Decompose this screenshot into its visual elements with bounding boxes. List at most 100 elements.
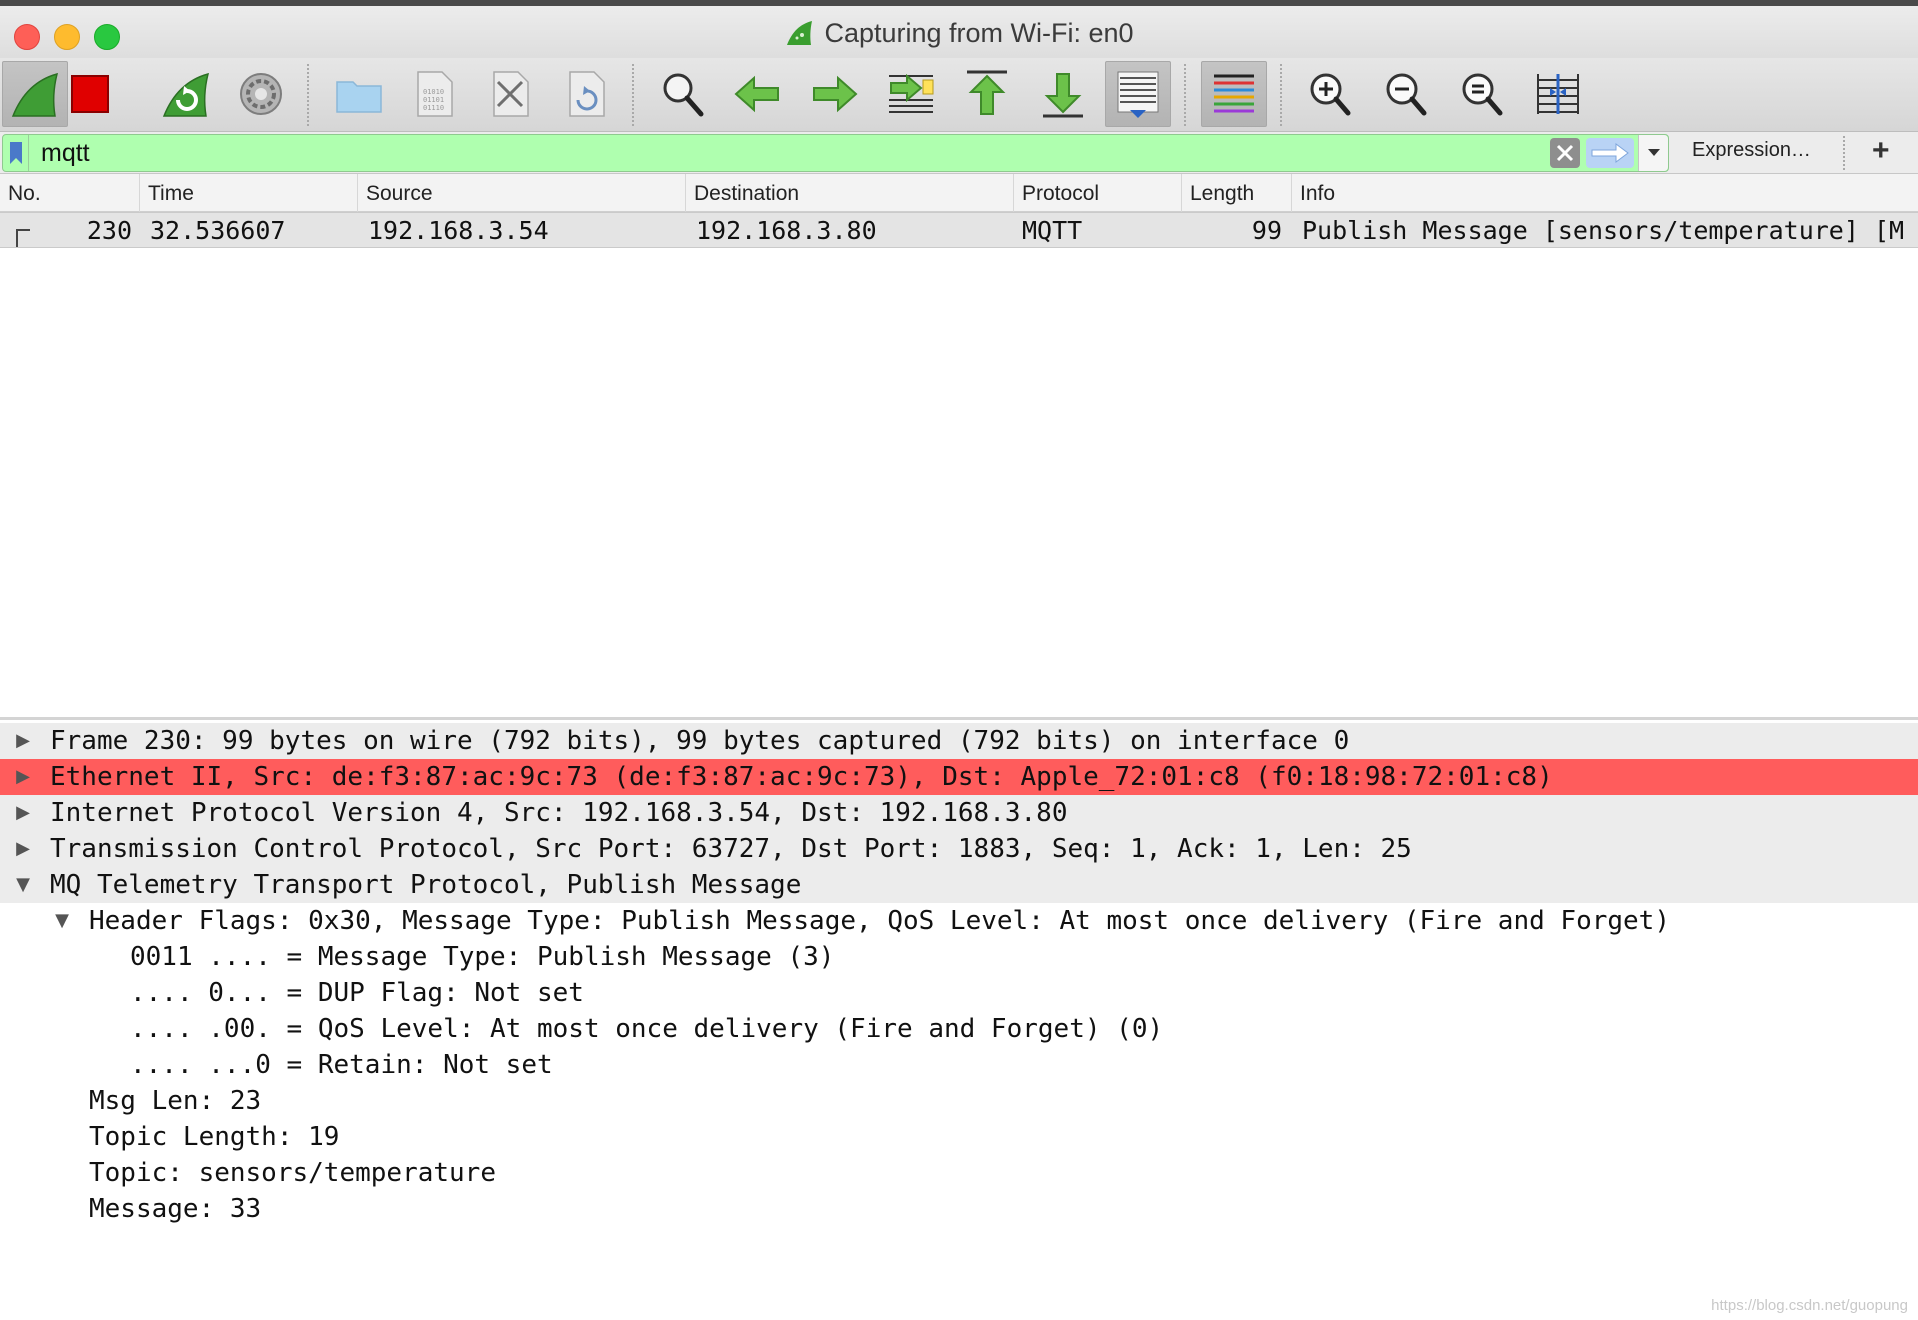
tree-item-label: .... .00. = QoS Level: At most once deli… [130,1014,1164,1044]
tree-item-qos-level[interactable]: .... .00. = QoS Level: At most once deli… [0,1011,1918,1047]
packet-time: 32.536607 [150,216,286,245]
open-file-button[interactable] [326,61,392,127]
display-filter-box [2,134,1669,172]
go-forward-button[interactable] [801,61,867,127]
tree-item-label: Header Flags: 0x30, Message Type: Publis… [89,906,1670,936]
column-header-source[interactable]: Source [358,174,686,212]
toolbar-separator [632,64,634,126]
tree-item-mqtt[interactable]: ▼ MQ Telemetry Transport Protocol, Publi… [0,867,1918,903]
tree-item-retain[interactable]: .... ...0 = Retain: Not set [0,1047,1918,1083]
window-title: Capturing from Wi-Fi: en0 [824,17,1134,48]
tree-item-label: .... 0... = DUP Flag: Not set [130,978,584,1008]
packet-list-header: No. Time Source Destination Protocol Len… [0,174,1918,212]
resize-columns-button[interactable] [1525,61,1591,127]
display-filter-input[interactable] [29,136,1550,170]
tree-item-topic-length[interactable]: Topic Length: 19 [0,1119,1918,1155]
zoom-normal-button[interactable] [1449,61,1515,127]
tree-item-label: 0011 .... = Message Type: Publish Messag… [130,942,835,972]
packet-list-pane: No. Time Source Destination Protocol Len… [0,174,1918,720]
display-filter-bar: Expression… + [0,132,1918,174]
tree-item-tcp[interactable]: ▶ Transmission Control Protocol, Src Por… [0,831,1918,867]
minimize-window-button[interactable] [54,24,80,50]
arrow-up-icon [967,70,1007,115]
tree-item-message[interactable]: Message: 33 [0,1191,1918,1227]
tree-item-message-type[interactable]: 0011 .... = Message Type: Publish Messag… [0,939,1918,975]
colorize-lines-icon [1214,74,1254,113]
stop-capture-button[interactable] [57,61,123,127]
tree-item-dup-flag[interactable]: .... 0... = DUP Flag: Not set [0,975,1918,1011]
tree-item-frame[interactable]: ▶ Frame 230: 99 bytes on wire (792 bits)… [0,723,1918,759]
zoom-out-icon [1386,73,1427,116]
tree-item-ipv4[interactable]: ▶ Internet Protocol Version 4, Src: 192.… [0,795,1918,831]
column-header-info[interactable]: Info [1292,174,1918,212]
resize-columns-icon [1537,74,1579,114]
go-last-packet-button[interactable] [1030,61,1096,127]
restart-capture-button[interactable] [153,61,219,127]
find-packet-button[interactable] [650,61,716,127]
tree-item-label: Message: 33 [89,1194,262,1224]
column-header-length[interactable]: Length [1182,174,1292,212]
close-icon [1556,144,1574,162]
restart-fin-icon [162,72,210,117]
collapse-arrow-icon[interactable]: ▼ [8,867,38,903]
filter-bookmark-button[interactable] [3,135,29,171]
auto-scroll-button[interactable] [1105,61,1171,127]
tree-item-label: Msg Len: 23 [89,1086,262,1116]
packet-info: Publish Message [sensors/temperature] [M [1302,216,1905,245]
tree-item-msg-len[interactable]: Msg Len: 23 [0,1083,1918,1119]
svg-text:01101: 01101 [423,96,444,104]
add-filter-button[interactable]: + [1872,134,1890,168]
arrow-right-icon [813,75,858,113]
chevron-down-icon [1647,149,1660,156]
go-to-packet-button[interactable] [878,61,944,127]
save-file-button[interactable]: 01010 01101 01110 [401,61,467,127]
packet-length: 99 [1251,216,1282,245]
watermark: https://blog.csdn.net/guopung [1711,1297,1908,1314]
tree-item-topic[interactable]: Topic: sensors/temperature [0,1155,1918,1191]
toolbar-separator [1280,64,1282,126]
tree-item-label: Topic Length: 19 [89,1122,340,1152]
capture-options-button[interactable] [228,61,294,127]
expand-arrow-icon[interactable]: ▶ [8,723,38,759]
arrow-left-icon [734,75,779,113]
filter-history-dropdown[interactable] [1638,135,1668,171]
zoom-window-button[interactable] [94,24,120,50]
apply-filter-button[interactable] [1586,138,1634,168]
stop-square-icon [71,75,109,113]
collapse-arrow-icon[interactable]: ▼ [47,903,77,939]
column-header-protocol[interactable]: Protocol [1014,174,1182,212]
window-title-group: Capturing from Wi-Fi: en0 [784,17,1134,49]
packet-destination: 192.168.3.80 [696,216,877,245]
go-first-packet-button[interactable] [954,61,1020,127]
close-file-icon [493,71,529,117]
tree-item-label: Ethernet II, Src: de:f3:87:ac:9c:73 (de:… [50,762,1553,792]
tree-item-label: Transmission Control Protocol, Src Port:… [50,834,1412,864]
tree-item-ethernet[interactable]: ▶ Ethernet II, Src: de:f3:87:ac:9c:73 (d… [0,759,1918,795]
close-file-button[interactable] [477,61,543,127]
close-window-button[interactable] [14,24,40,50]
zoom-reset-icon [1462,73,1503,116]
zoom-in-button[interactable] [1297,61,1363,127]
expression-button[interactable]: Expression… [1692,139,1811,162]
gear-icon [240,73,282,115]
toolbar-separator [1184,64,1186,126]
go-back-button[interactable] [725,61,791,127]
related-packet-marker [16,229,30,247]
packet-protocol: MQTT [1022,216,1083,245]
column-header-no[interactable]: No. [0,174,140,212]
expand-arrow-icon[interactable]: ▶ [8,831,38,867]
expand-arrow-icon[interactable]: ▶ [8,795,38,831]
packet-row[interactable]: 230 32.536607 192.168.3.54 192.168.3.80 … [0,212,1918,248]
svg-text:01010: 01010 [423,88,444,96]
tree-item-label: .... ...0 = Retain: Not set [130,1050,553,1080]
zoom-out-button[interactable] [1373,61,1439,127]
column-header-time[interactable]: Time [140,174,358,212]
tree-item-header-flags[interactable]: ▼ Header Flags: 0x30, Message Type: Publ… [0,903,1918,939]
colorize-button[interactable] [1201,61,1267,127]
column-header-destination[interactable]: Destination [686,174,1014,212]
tree-item-label: Internet Protocol Version 4, Src: 192.16… [50,798,1068,828]
reload-file-button[interactable] [553,61,619,127]
expand-arrow-icon[interactable]: ▶ [8,759,38,795]
clear-filter-button[interactable] [1550,138,1580,168]
binary-file-icon: 010100110101110 [417,71,453,117]
